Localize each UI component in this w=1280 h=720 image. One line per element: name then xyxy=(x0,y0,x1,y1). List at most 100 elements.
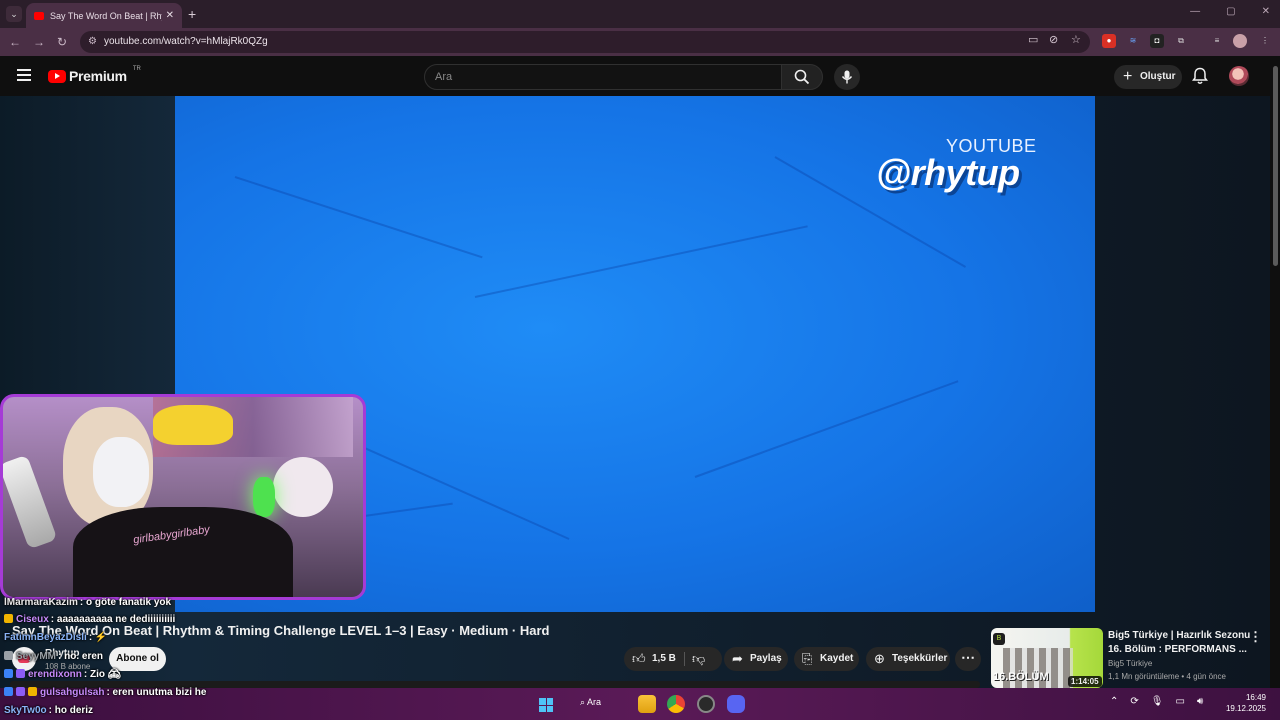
recommendation-duration: 1:14:05 xyxy=(1068,676,1102,687)
save-button[interactable]: ⎘ Kaydet xyxy=(794,647,859,671)
create-button[interactable]: + Oluştur xyxy=(1114,65,1182,89)
chat-badge-icon xyxy=(28,687,37,696)
youtube-header: Premium TR Ara + Oluştur xyxy=(0,56,1280,96)
back-arrow-icon[interactable]: ← xyxy=(6,33,24,51)
account-avatar[interactable] xyxy=(1229,66,1249,86)
youtube-play-icon xyxy=(48,69,66,83)
chat-message: gulsahgulsah: eren unutma bizi he xyxy=(4,687,206,698)
recommendation-title-line2[interactable]: 16. Bölüm : PERFORMANS ... xyxy=(1108,644,1247,655)
cast-icon[interactable]: ▭ xyxy=(1028,33,1038,46)
chat-message: FatimnBeyazDisli: ⚡ xyxy=(4,632,107,643)
chat-message: lMarmaraKazim: o göte fanatik yok xyxy=(4,597,171,608)
logo-word: Premium xyxy=(69,68,127,84)
chat-username: FatimnBeyazDisli xyxy=(4,632,87,643)
close-tab-icon[interactable]: ✕ xyxy=(166,10,174,21)
new-tab-button[interactable]: + xyxy=(188,6,196,22)
chrome-menu-icon[interactable]: ⋮ xyxy=(1258,34,1272,48)
site-info-icon[interactable]: ⚙ xyxy=(88,31,97,53)
extension-wave-icon[interactable]: ≋ xyxy=(1126,34,1140,48)
youtube-logo[interactable]: Premium TR xyxy=(48,66,141,84)
address-bar[interactable]: ⚙ youtube.com/watch?v=hMlajRk0QZg xyxy=(80,31,1090,53)
plus-icon: + xyxy=(1123,68,1133,85)
chat-text: : aaaaaaaaaa ne dediiiiiiiiii xyxy=(50,614,176,625)
like-divider xyxy=(684,652,685,666)
windows-start-icon[interactable] xyxy=(539,698,553,712)
profile-avatar-icon[interactable] xyxy=(1233,34,1247,48)
clock-time: 16:49 xyxy=(1245,693,1266,702)
voice-search-button[interactable] xyxy=(834,64,860,90)
thanks-button[interactable]: ⊕ Teşekkürler xyxy=(866,647,950,671)
browser-tab-active[interactable]: Say The Word On Beat | Rhythm ✕ xyxy=(26,3,182,28)
search-icon xyxy=(794,69,810,85)
subscribe-button[interactable]: Abone ol xyxy=(109,647,166,671)
reading-list-icon[interactable]: ≡ xyxy=(1210,34,1224,48)
tray-network-icon[interactable]: ▭ xyxy=(1175,696,1184,707)
paper-crease xyxy=(234,176,483,259)
chat-badge-icon xyxy=(4,651,13,660)
recommendation-channel[interactable]: Big5 Türkiye xyxy=(1108,659,1152,668)
tray-volume-icon[interactable]: 🔊︎ xyxy=(1197,696,1203,707)
more-actions-button[interactable]: ⋯ xyxy=(955,647,981,671)
dislike-thumb-icon[interactable]: 👎︎ xyxy=(692,647,705,671)
taskbar-search[interactable]: ⌕ Ara xyxy=(580,697,601,708)
super-thanks-icon: ⊕ xyxy=(874,651,885,666)
scrollbar-thumb[interactable] xyxy=(1273,66,1278,266)
taskbar-search-label: Ara xyxy=(587,697,602,707)
chat-badge-icon xyxy=(4,669,13,678)
chat-username: Ciseux xyxy=(16,614,49,625)
tray-sync-icon[interactable]: ⟳ xyxy=(1130,696,1138,707)
like-thumb-icon[interactable]: 👍︎ xyxy=(632,647,646,671)
menu-hamburger-icon[interactable] xyxy=(17,69,31,81)
microphone-icon xyxy=(841,70,853,84)
chat-badge-icon xyxy=(4,614,13,623)
notifications-bell-icon[interactable] xyxy=(1192,67,1210,85)
maximize-button[interactable]: ▢ xyxy=(1226,6,1235,17)
tray-mic-icon[interactable]: 🎙︎ xyxy=(1151,696,1164,707)
chat-message: Ciseux: aaaaaaaaaa ne dediiiiiiiiii xyxy=(4,614,175,625)
youtube-favicon-icon xyxy=(34,11,44,20)
save-label: Kaydet xyxy=(820,653,854,664)
thumbnail-episode: 16.BÖLÜM xyxy=(993,671,1049,683)
discord-icon[interactable] xyxy=(727,695,745,713)
close-window-button[interactable]: ✕ xyxy=(1262,6,1270,17)
obs-icon[interactable] xyxy=(697,695,715,713)
chat-username: gulsahgulsah xyxy=(40,687,105,698)
extension-red-icon[interactable]: ● xyxy=(1102,34,1116,48)
clock-date: 19.12.2025 xyxy=(1225,704,1266,713)
bookmark-icon: ⎘ xyxy=(802,651,813,666)
reload-icon[interactable]: ↻ xyxy=(53,33,71,51)
thanks-label: Teşekkürler xyxy=(892,653,948,664)
forward-arrow-icon[interactable]: → xyxy=(30,33,48,51)
recommendation-title-line1[interactable]: Big5 Türkiye | Hazırlık Sezonu xyxy=(1108,630,1250,641)
file-explorer-icon[interactable] xyxy=(638,695,656,713)
chat-text: : Zio xyxy=(83,669,106,680)
bookmark-star-icon[interactable]: ☆ xyxy=(1071,33,1081,46)
like-count[interactable]: 1,5 B xyxy=(652,647,676,671)
chat-username: erendixonn xyxy=(28,669,82,680)
thumbnail-badge: B xyxy=(993,633,1005,645)
browser-toolbar: ← → ↻ ⚙ youtube.com/watch?v=hMlajRk0QZg … xyxy=(0,28,1280,56)
browser-tab-bar: ⌄ Say The Word On Beat | Rhythm ✕ + — ▢ … xyxy=(0,0,1280,28)
eye-off-icon[interactable]: ⊘ xyxy=(1049,33,1058,46)
taskbar-clock[interactable]: 16:49 19.12.2025 xyxy=(1208,692,1266,714)
like-dislike-group: 👍︎ 1,5 B 👎︎ xyxy=(624,647,722,671)
search-input[interactable]: Ara xyxy=(424,64,782,90)
tab-search-dropdown[interactable]: ⌄ xyxy=(6,6,22,22)
watermark-handle: @rhytup xyxy=(876,152,1020,193)
chat-text: : ho deriz xyxy=(48,705,94,716)
page-scrollbar[interactable] xyxy=(1271,56,1280,688)
extension-dark-icon[interactable]: ◘ xyxy=(1150,34,1164,48)
tab-title: Say The Word On Beat | Rhythm xyxy=(50,10,162,21)
chrome-icon[interactable] xyxy=(667,695,685,713)
recommendation-menu-icon[interactable]: ⋮ xyxy=(1249,629,1262,645)
share-button[interactable]: ➦ Paylaş xyxy=(724,647,788,671)
webcam-plush-white xyxy=(273,457,333,517)
chat-badge-icon xyxy=(16,669,25,678)
tray-chevron-icon[interactable]: ⌃ xyxy=(1110,696,1118,707)
webcam-headphones xyxy=(93,437,149,507)
chat-message: erendixonn: Zio 🙈︎ xyxy=(4,669,121,680)
search-button[interactable] xyxy=(781,64,823,90)
minimize-button[interactable]: — xyxy=(1190,6,1200,17)
extensions-puzzle-icon[interactable]: ⧉ xyxy=(1174,34,1188,48)
chat-username: SkyTw0o xyxy=(4,705,47,716)
